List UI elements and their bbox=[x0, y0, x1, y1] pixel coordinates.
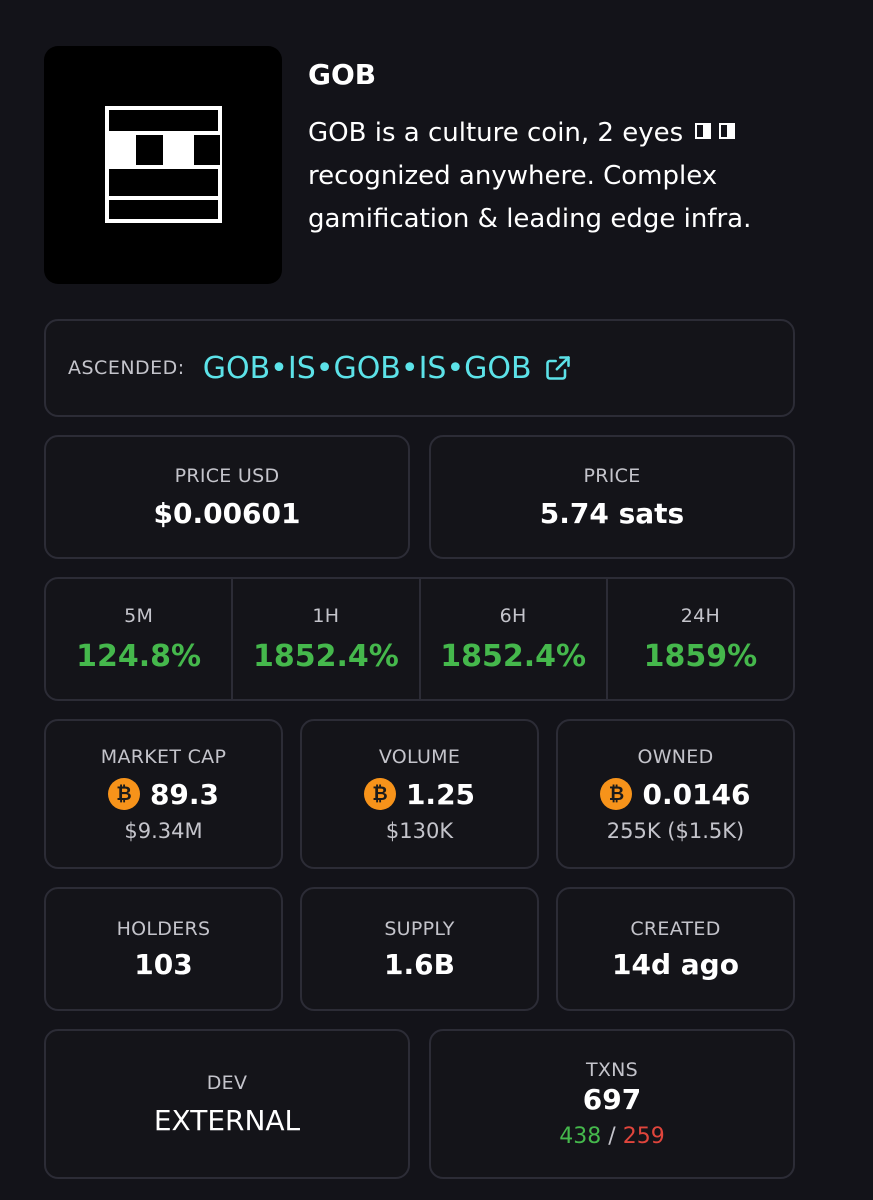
eye-square-icon bbox=[719, 122, 736, 139]
price-sats-value: 5.74 sats bbox=[539, 496, 685, 530]
price-usd-card: PRICE USD $0.00601 bbox=[44, 435, 410, 559]
txns-label: TXNS bbox=[585, 1059, 639, 1081]
owned-label: OWNED bbox=[637, 745, 714, 768]
token-name: GOB bbox=[308, 58, 377, 91]
eye-square-icon bbox=[695, 122, 712, 139]
ascended-name: GOB•IS•GOB•IS•GOB bbox=[202, 350, 532, 386]
owned-btc: 0.0146 bbox=[642, 777, 751, 811]
owned-card: OWNED ₿ 0.0146 255K ($1.5K) bbox=[556, 719, 795, 869]
change-label: 24H bbox=[680, 604, 721, 627]
price-usd-value: $0.00601 bbox=[153, 496, 301, 530]
price-sats-card: PRICE 5.74 sats bbox=[429, 435, 795, 559]
dev-card: DEV EXTERNAL bbox=[44, 1029, 410, 1179]
change-24h: 24H 1859% bbox=[608, 579, 793, 699]
token-description-part1: GOB is a culture coin, 2 eyes bbox=[308, 118, 684, 148]
created-label: CREATED bbox=[630, 917, 721, 940]
created-card: CREATED 14d ago bbox=[556, 887, 795, 1011]
ascended-label: ASCENDED: bbox=[68, 357, 185, 379]
volume-btc: 1.25 bbox=[405, 777, 476, 811]
supply-value: 1.6B bbox=[384, 947, 455, 981]
volume-usd: $130K bbox=[385, 818, 454, 843]
change-value: 1859% bbox=[643, 638, 758, 674]
ascended-card: ASCENDED: GOB•IS•GOB•IS•GOB bbox=[44, 319, 795, 417]
change-5m: 5M 124.8% bbox=[46, 579, 234, 699]
bitcoin-icon: ₿ bbox=[107, 778, 140, 810]
dev-value: EXTERNAL bbox=[153, 1103, 301, 1137]
owned-usd: 255K ($1.5K) bbox=[606, 818, 745, 843]
price-usd-label: PRICE USD bbox=[174, 464, 280, 487]
change-1h: 1H 1852.4% bbox=[233, 579, 421, 699]
txns-card: TXNS 697 438 / 259 bbox=[429, 1029, 795, 1179]
bitcoin-icon: ₿ bbox=[600, 778, 633, 810]
txns-total: 697 bbox=[582, 1083, 642, 1116]
market-cap-label: MARKET CAP bbox=[100, 745, 227, 768]
change-value: 1852.4% bbox=[252, 638, 399, 674]
external-link-icon bbox=[545, 356, 570, 380]
price-sats-label: PRICE bbox=[583, 464, 641, 487]
holders-value: 103 bbox=[134, 947, 193, 981]
ascended-link[interactable]: GOB•IS•GOB•IS•GOB bbox=[203, 351, 572, 386]
holders-label: HOLDERS bbox=[116, 917, 211, 940]
token-description: GOB is a culture coin, 2 eyes recognized… bbox=[308, 112, 828, 241]
change-value: 124.8% bbox=[76, 638, 202, 674]
created-value: 14d ago bbox=[612, 947, 739, 981]
market-cap-usd: $9.34M bbox=[124, 818, 203, 843]
change-label: 1H bbox=[312, 604, 340, 627]
market-cap-btc: 89.3 bbox=[149, 777, 220, 811]
holders-card: HOLDERS 103 bbox=[44, 887, 283, 1011]
txns-separator: / bbox=[608, 1124, 616, 1149]
gob-logo-icon bbox=[105, 106, 222, 223]
supply-card: SUPPLY 1.6B bbox=[300, 887, 539, 1011]
token-description-part2: recognized anywhere. Complex gamificatio… bbox=[308, 161, 752, 234]
change-6h: 6H 1852.4% bbox=[421, 579, 608, 699]
bitcoin-icon: ₿ bbox=[363, 778, 396, 810]
volume-card: VOLUME ₿ 1.25 $130K bbox=[300, 719, 539, 869]
txns-buys: 438 bbox=[559, 1124, 602, 1149]
txns-split: 438 / 259 bbox=[559, 1124, 664, 1149]
volume-label: VOLUME bbox=[378, 745, 461, 768]
change-label: 6H bbox=[499, 604, 527, 627]
token-logo bbox=[44, 46, 282, 284]
txns-sells: 259 bbox=[622, 1124, 665, 1149]
change-value: 1852.4% bbox=[440, 638, 587, 674]
change-label: 5M bbox=[124, 604, 154, 627]
dev-label: DEV bbox=[206, 1071, 248, 1094]
market-cap-card: MARKET CAP ₿ 89.3 $9.34M bbox=[44, 719, 283, 869]
price-change-strip: 5M 124.8% 1H 1852.4% 6H 1852.4% 24H 1859… bbox=[44, 577, 795, 701]
supply-label: SUPPLY bbox=[384, 917, 455, 940]
